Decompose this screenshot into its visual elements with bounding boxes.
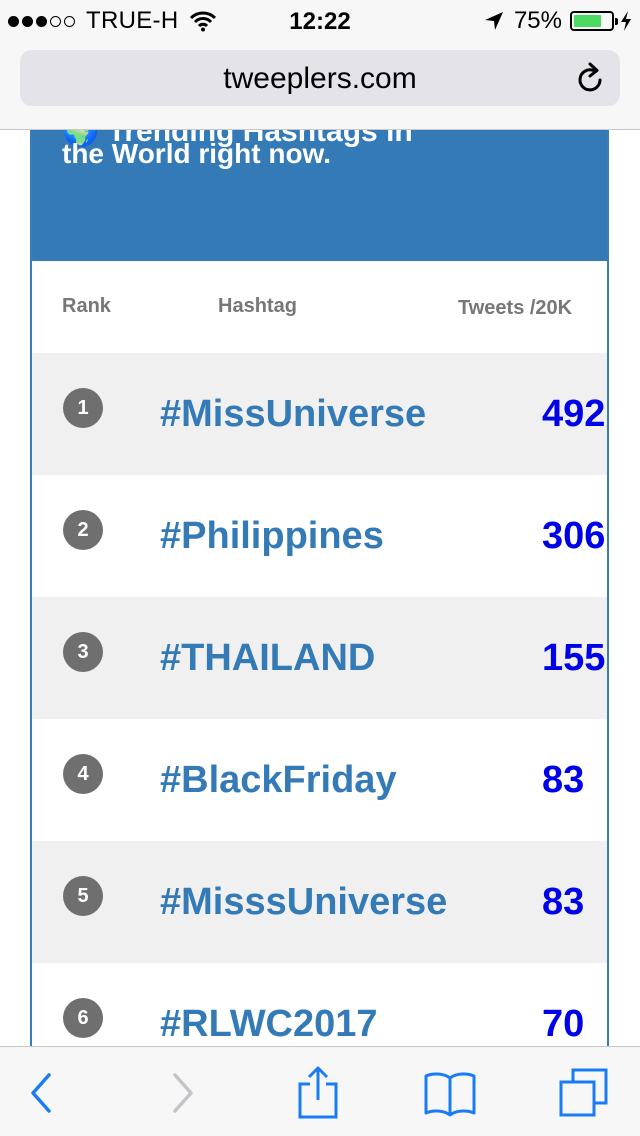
table-row[interactable]: 2 #Philippines 306 [32, 475, 607, 597]
table-row[interactable]: 4 #BlackFriday 83 [32, 719, 607, 841]
rank-badge: 5 [63, 876, 103, 916]
battery-icon [570, 11, 618, 31]
location-arrow-icon [484, 12, 503, 30]
bookmarks-icon [424, 1072, 476, 1117]
rank-badge: 6 [63, 998, 103, 1038]
tweet-count: 83 [542, 881, 585, 923]
battery-fill [574, 15, 601, 27]
banner: 🌍 Trending Hashtags in the World right n… [32, 130, 607, 261]
tabs-button[interactable] [556, 1067, 612, 1119]
tweet-count: 83 [542, 759, 585, 801]
address-bar[interactable]: tweeplers.com [20, 50, 620, 106]
url-text[interactable]: tweeplers.com [20, 62, 620, 96]
table-row[interactable]: 6 #RLWC2017 70 [32, 963, 607, 1046]
hashtag-link[interactable]: #RLWC2017 [160, 1003, 378, 1046]
bookmarks-button[interactable] [422, 1067, 478, 1119]
hashtag-link[interactable]: #BlackFriday [160, 759, 397, 802]
share-icon [298, 1066, 338, 1119]
tabs-icon [559, 1068, 608, 1117]
back-button[interactable] [14, 1067, 70, 1119]
forward-button[interactable] [154, 1067, 210, 1119]
hashtag-link[interactable]: #THAILAND [160, 637, 375, 680]
rank-badge: 2 [63, 510, 103, 550]
column-header-tweets: Tweets /20K [458, 297, 573, 319]
tweet-count: 306 [542, 515, 606, 557]
table-row[interactable]: 1 #MissUniverse 492 [32, 353, 607, 475]
web-content[interactable]: 🌍 Trending Hashtags in the World right n… [0, 130, 640, 1046]
tweet-count: 70 [542, 1003, 585, 1045]
tweet-count: 155 [542, 637, 606, 679]
forward-icon [173, 1073, 193, 1113]
table-row[interactable]: 5 #MisssUniverse 83 [32, 841, 607, 963]
rank-badge: 4 [63, 754, 103, 794]
hashtag-table: 1 #MissUniverse 492 2 #Philippines 306 3… [32, 353, 607, 1046]
table-row[interactable]: 3 #THAILAND 155 [32, 597, 607, 719]
hashtag-link[interactable]: #Philippines [160, 515, 384, 558]
charging-bolt-icon [621, 11, 631, 31]
column-header-hashtag: Hashtag [218, 295, 297, 317]
back-icon [31, 1073, 51, 1113]
status-bar: TRUE-H 12:22 75% [0, 0, 640, 40]
trending-panel: 🌍 Trending Hashtags in the World right n… [30, 130, 609, 1046]
tweet-count: 492 [542, 393, 606, 435]
reload-icon[interactable] [576, 62, 606, 94]
browser-header: tweeplers.com [0, 40, 640, 130]
battery-percent: 75% [513, 7, 562, 34]
rank-badge: 3 [63, 632, 103, 672]
browser-toolbar [0, 1046, 640, 1136]
banner-heading: the World right now. [62, 138, 332, 169]
rank-badge: 1 [63, 388, 103, 428]
column-header-rank: Rank [62, 295, 111, 317]
share-button[interactable] [290, 1066, 346, 1119]
hashtag-link[interactable]: #MissUniverse [160, 393, 426, 436]
hashtag-link[interactable]: #MisssUniverse [160, 881, 447, 924]
status-right: 75% [484, 7, 632, 34]
